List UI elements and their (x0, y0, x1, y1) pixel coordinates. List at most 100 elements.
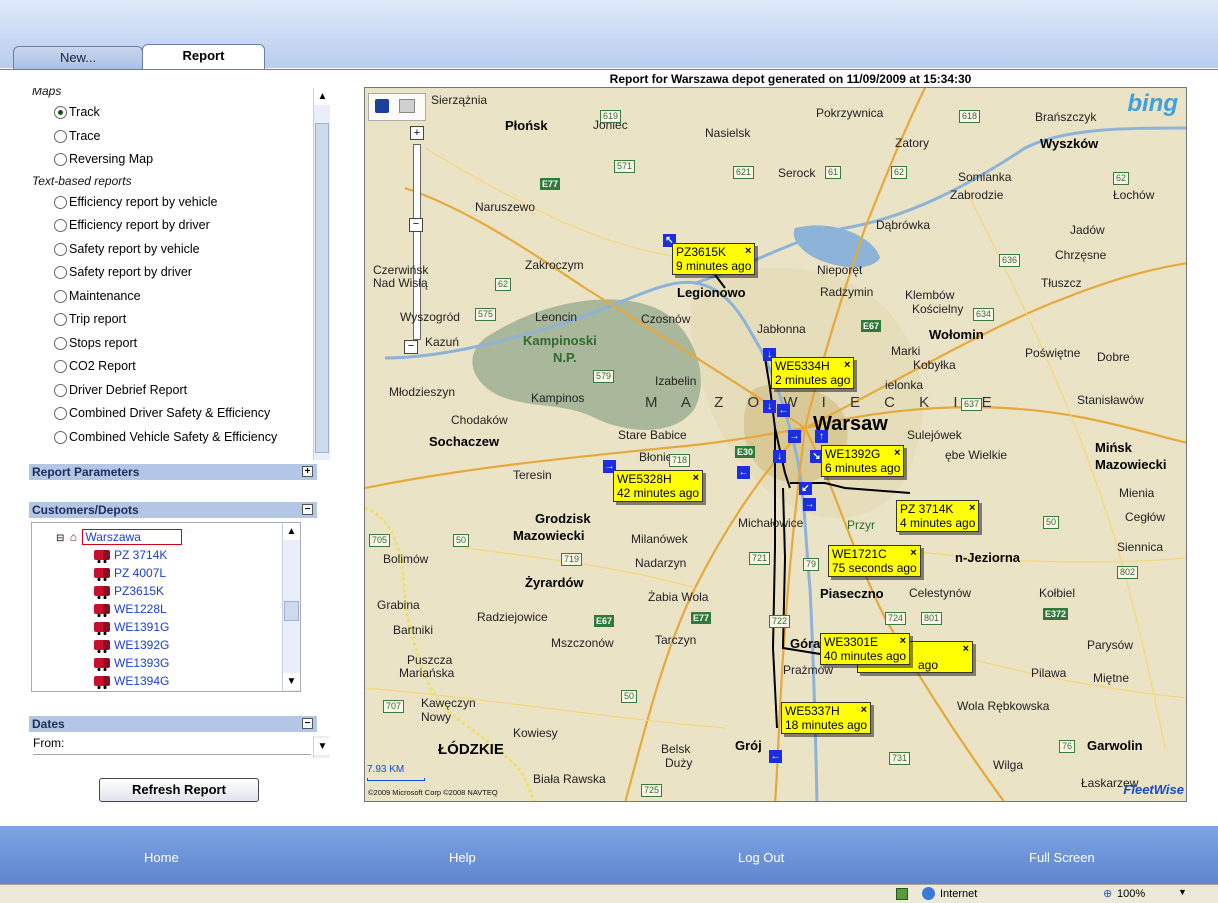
close-icon[interactable]: × (963, 642, 969, 656)
scroll-down-icon[interactable]: ▼ (314, 738, 331, 755)
depot-tree-scrollbar[interactable]: ▲ ▼ (282, 523, 300, 691)
radio-icon[interactable] (54, 219, 67, 232)
collapse-icon[interactable]: − (302, 504, 313, 515)
scroll-thumb[interactable] (284, 601, 299, 621)
customers-depots-header[interactable]: Customers/Depots − (29, 502, 317, 518)
option-driver-debrief[interactable]: Driver Debrief Report (14, 379, 310, 403)
option-maintenance[interactable]: Maintenance (14, 285, 310, 309)
radio-icon[interactable] (54, 129, 67, 143)
option-efficiency-vehicle[interactable]: Efficiency report by vehicle (14, 191, 310, 215)
option-combined-driver[interactable]: Combined Driver Safety & Efficiency (14, 402, 310, 426)
tree-vehicle-item[interactable]: PZ 4007L (94, 565, 166, 581)
close-icon[interactable]: × (969, 501, 975, 515)
tab-report[interactable]: Report (142, 44, 265, 70)
tree-depot-node[interactable]: ⊟ ⌂ Warszawa (56, 529, 182, 545)
option-reversing-map[interactable]: Reversing Map (14, 148, 310, 172)
left-panel-scrollbar[interactable]: ▼ (313, 736, 331, 758)
scroll-up-icon[interactable]: ▲ (283, 523, 300, 540)
vehicle-callout[interactable]: PZ3615K 9 minutes ago × (672, 243, 756, 275)
scroll-up-icon[interactable]: ▲ (314, 88, 331, 105)
road-sign: 575 (475, 308, 497, 321)
tree-vehicle-item[interactable]: PZ3615K (94, 583, 164, 599)
option-safety-driver[interactable]: Safety report by driver (14, 261, 310, 285)
text-reports-group-label: Text-based reports (32, 173, 132, 188)
refresh-report-button[interactable]: Refresh Report (99, 778, 259, 802)
radio-icon[interactable] (54, 266, 67, 279)
option-safety-vehicle[interactable]: Safety report by vehicle (14, 238, 310, 262)
vehicle-callout[interactable]: WE1392G 6 minutes ago × (821, 445, 905, 477)
radio-selected-icon[interactable] (54, 106, 67, 119)
close-icon[interactable]: × (693, 471, 699, 485)
expand-icon[interactable]: + (302, 466, 313, 477)
vehicle-callout[interactable]: WE1721C 75 seconds ago × (828, 545, 921, 577)
tree-vehicle-item[interactable]: WE1392G (94, 637, 169, 653)
option-track[interactable]: Track (14, 101, 310, 125)
radio-icon[interactable] (54, 153, 67, 166)
radio-icon[interactable] (54, 242, 67, 256)
callout-vehicle-label: WE3301E (824, 635, 879, 649)
depot-label[interactable]: Warszawa (82, 529, 182, 545)
print-icon[interactable] (399, 99, 415, 113)
fullscreen-link[interactable]: Full Screen (1029, 850, 1095, 865)
dates-header[interactable]: Dates − (29, 716, 317, 732)
tree-vehicle-item[interactable]: WE1228L (94, 601, 167, 617)
close-icon[interactable]: × (745, 244, 751, 258)
vehicle-callout[interactable]: WE5328H 42 minutes ago × (613, 470, 704, 502)
vehicle-position-marker[interactable]: ↓ (773, 450, 786, 463)
option-combined-vehicle[interactable]: Combined Vehicle Safety & Efficiency (14, 426, 310, 450)
radio-icon[interactable] (54, 430, 67, 444)
close-icon[interactable]: × (844, 358, 850, 372)
vehicle-position-marker[interactable]: ← (737, 466, 750, 479)
vehicle-callout[interactable]: WE3301E 40 minutes ago × (820, 633, 911, 665)
home-link[interactable]: Home (144, 850, 179, 865)
report-parameters-header[interactable]: Report Parameters + (29, 464, 317, 480)
option-trace[interactable]: Trace (14, 125, 310, 149)
radio-icon[interactable] (54, 336, 67, 350)
zoom-in-icon[interactable]: + (410, 126, 424, 140)
option-co2-report[interactable]: CO2 Report (14, 355, 310, 379)
vehicle-position-marker[interactable]: → (788, 430, 801, 443)
radio-icon[interactable] (54, 407, 67, 420)
radio-icon[interactable] (54, 313, 67, 326)
map-view[interactable]: + − − bing Sierzążnia Płońsk Joniec Nasi… (364, 87, 1187, 802)
close-icon[interactable]: × (910, 546, 916, 560)
option-stops-report[interactable]: Stops report (14, 332, 310, 356)
date-input-row[interactable] (33, 754, 311, 760)
option-efficiency-driver[interactable]: Efficiency report by driver (14, 214, 310, 238)
tree-vehicle-item[interactable]: WE1393G (94, 655, 169, 671)
save-icon[interactable] (375, 99, 389, 113)
report-list-scrollbar[interactable]: ▲ (313, 88, 331, 460)
zoom-dropdown-icon[interactable]: ▼ (1178, 887, 1187, 897)
tree-vehicle-item[interactable]: WE1394G (94, 673, 169, 689)
vehicle-position-marker[interactable]: ← (777, 404, 790, 417)
close-icon[interactable]: × (900, 634, 906, 648)
option-trip-report[interactable]: Trip report (14, 308, 310, 332)
vehicle-position-marker[interactable]: ↓ (763, 400, 776, 413)
radio-icon[interactable] (54, 289, 67, 303)
close-icon[interactable]: × (894, 446, 900, 460)
help-link[interactable]: Help (449, 850, 476, 865)
vehicle-position-marker[interactable]: → (803, 498, 816, 511)
tree-vehicle-item[interactable]: WE1391G (94, 619, 169, 635)
tree-toggle-icon[interactable]: ⊟ (56, 533, 64, 544)
collapse-icon[interactable]: − (302, 718, 313, 729)
radio-icon[interactable] (54, 195, 67, 209)
radio-icon[interactable] (54, 360, 67, 373)
zoom-out-icon[interactable]: − (404, 340, 418, 354)
tree-vehicle-item[interactable]: PZ 3714K (94, 547, 167, 563)
vehicle-callout[interactable]: PZ 3714K 4 minutes ago × (896, 500, 980, 532)
tab-new[interactable]: New... (13, 46, 143, 70)
scroll-down-icon[interactable]: ▼ (283, 673, 300, 690)
vehicle-position-marker[interactable]: ↑ (815, 430, 828, 443)
zoom-thumb[interactable]: − (409, 218, 423, 232)
road-sign: 61 (825, 166, 842, 179)
vehicle-callout[interactable]: WE5337H 18 minutes ago × (781, 702, 872, 734)
logout-link[interactable]: Log Out (738, 850, 784, 865)
vehicle-callout[interactable]: WE5334H 2 minutes ago × (771, 357, 855, 389)
vehicle-position-marker[interactable]: ← (769, 750, 782, 763)
close-icon[interactable]: × (861, 703, 867, 717)
radio-icon[interactable] (54, 383, 67, 397)
scroll-thumb[interactable] (315, 123, 329, 453)
zoom-level[interactable]: 100% (1117, 888, 1145, 900)
vehicle-position-marker[interactable]: ↙ (799, 482, 812, 495)
